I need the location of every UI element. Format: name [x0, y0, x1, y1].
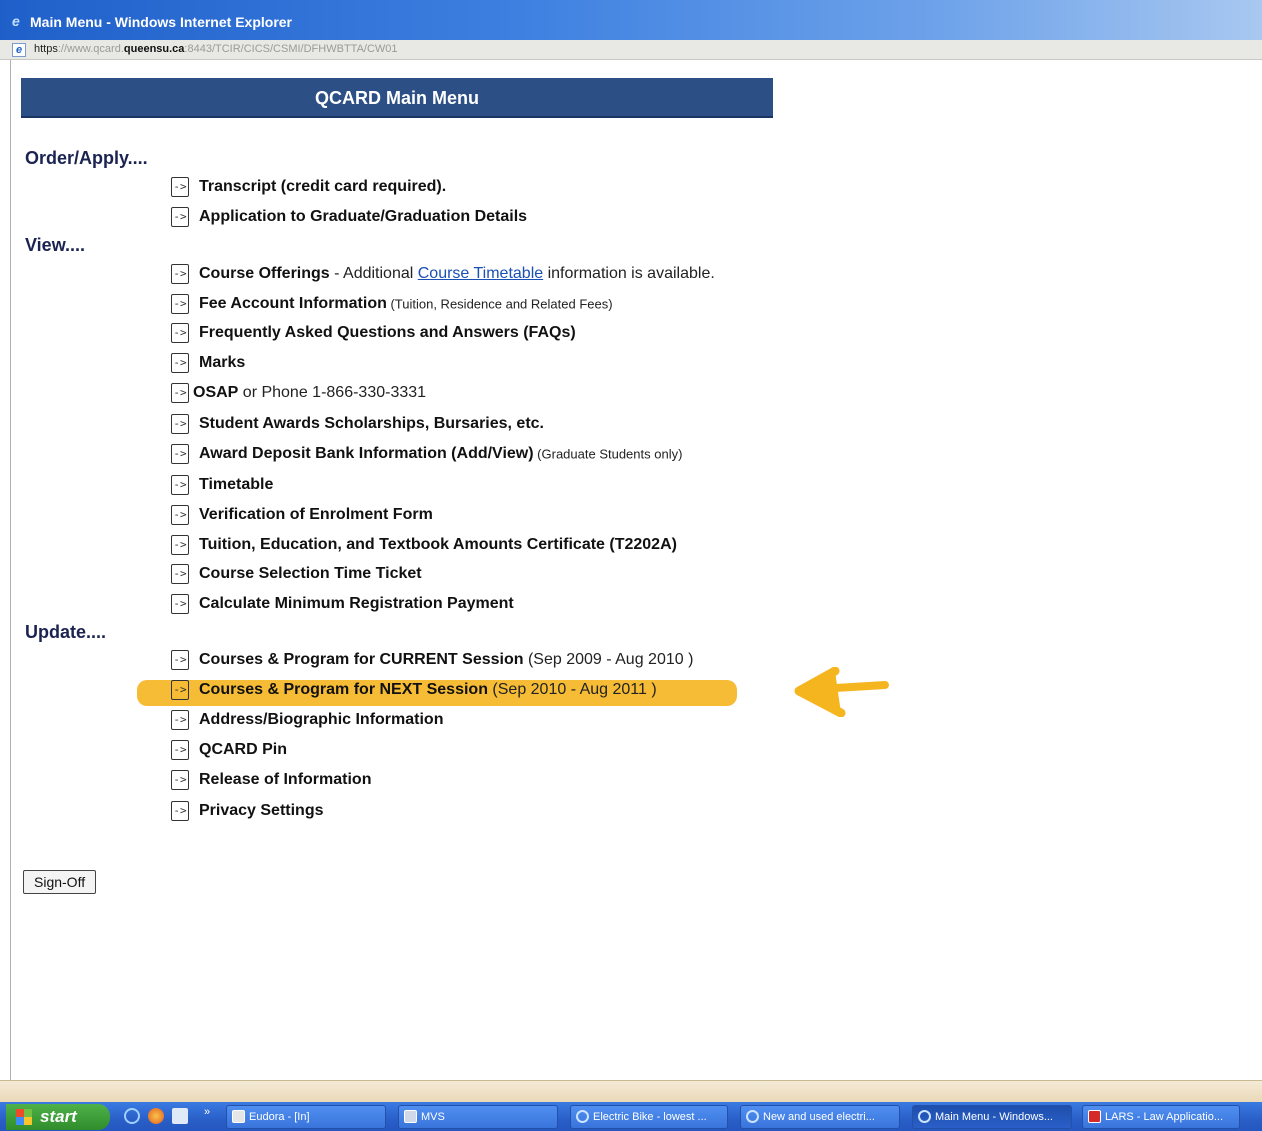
show-desktop-icon[interactable] [172, 1108, 188, 1124]
task-mvs[interactable]: MVS [398, 1105, 558, 1129]
arrow-icon: -> [171, 207, 189, 227]
arrow-icon: -> [171, 177, 189, 197]
arrow-icon: -> [171, 414, 189, 434]
url-host: queensu.ca [123, 43, 185, 55]
page-content: QCARD Main Menu Order/Apply.... -> Transc… [10, 60, 1262, 1080]
arrow-icon: -> [171, 383, 189, 403]
pdf-icon [1088, 1110, 1101, 1123]
page-icon: e [12, 43, 26, 57]
window-titlebar: e Main Menu - Windows Internet Explorer [0, 0, 1262, 40]
ie-icon [746, 1110, 759, 1123]
url-prefix: ://www.qcard. [57, 43, 124, 55]
page-title: QCARD Main Menu [21, 78, 773, 118]
menu-item-student-awards[interactable]: -> Student Awards Scholarships, Bursaries… [171, 414, 544, 436]
ie-icon [576, 1110, 589, 1123]
annotation-arrow-icon [794, 667, 889, 717]
arrow-icon: -> [171, 594, 189, 614]
task-eudora[interactable]: Eudora - [In] [226, 1105, 386, 1129]
task-lars[interactable]: LARS - Law Applicatio... [1082, 1105, 1240, 1129]
ie-icon [918, 1110, 931, 1123]
menu-item-min-registration-payment[interactable]: -> Calculate Minimum Registration Payment [171, 594, 514, 616]
menu-item-osap[interactable]: -> OSAP or Phone 1-866-330-3331 [171, 383, 426, 405]
arrow-icon: -> [171, 323, 189, 343]
windows-flag-icon [16, 1109, 32, 1125]
arrow-icon: -> [171, 650, 189, 670]
menu-item-marks[interactable]: -> Marks [171, 353, 245, 375]
section-update: Update.... [25, 622, 107, 642]
arrow-icon: -> [171, 475, 189, 495]
eudora-icon [232, 1110, 245, 1123]
status-bar [0, 1080, 1262, 1102]
arrow-icon: -> [171, 801, 189, 821]
menu-item-enrolment-verification[interactable]: -> Verification of Enrolment Form [171, 505, 433, 527]
start-label: start [40, 1107, 77, 1126]
menu-item-time-ticket[interactable]: -> Course Selection Time Ticket [171, 564, 422, 586]
course-timetable-link[interactable]: Course Timetable [418, 265, 543, 282]
arrow-icon: -> [171, 353, 189, 373]
menu-item-timetable[interactable]: -> Timetable [171, 475, 273, 497]
section-view: View.... [25, 235, 86, 255]
menu-item-transcript[interactable]: -> Transcript (credit card required). [171, 177, 446, 199]
taskbar: start » Eudora - [In] MVS Electric Bike … [0, 1102, 1262, 1131]
window-title: Main Menu - Windows Internet Explorer [30, 14, 293, 30]
arrow-icon: -> [171, 264, 189, 284]
menu-item-t2202a[interactable]: -> Tuition, Education, and Textbook Amoun… [171, 535, 677, 557]
menu-item-privacy-settings[interactable]: -> Privacy Settings [171, 801, 324, 823]
sign-off-button[interactable]: Sign-Off [23, 870, 97, 894]
menu-item-fee-account[interactable]: -> Fee Account Information (Tuition, Resi… [171, 294, 613, 316]
menu-item-release-of-information[interactable]: -> Release of Information [171, 770, 371, 792]
task-main-menu[interactable]: Main Menu - Windows... [912, 1105, 1072, 1129]
ie-quicklaunch-icon[interactable] [124, 1108, 140, 1124]
arrow-icon: -> [171, 444, 189, 464]
menu-item-next-session[interactable]: -> Courses & Program for NEXT Session (Se… [171, 680, 657, 702]
arrow-icon: -> [171, 710, 189, 730]
arrow-icon: -> [171, 740, 189, 760]
menu-item-address-biographic[interactable]: -> Address/Biographic Information [171, 710, 443, 732]
arrow-icon: -> [171, 535, 189, 555]
menu-item-course-offerings[interactable]: -> Course Offerings - Additional Course T… [171, 264, 715, 286]
firefox-quicklaunch-icon[interactable] [148, 1108, 164, 1124]
arrow-icon: -> [171, 680, 189, 700]
task-electric-bike[interactable]: Electric Bike - lowest ... [570, 1105, 728, 1129]
arrow-icon: -> [171, 294, 189, 314]
menu-item-award-deposit[interactable]: -> Award Deposit Bank Information (Add/Vi… [171, 444, 682, 466]
menu-item-graduation[interactable]: -> Application to Graduate/Graduation Det… [171, 207, 527, 229]
arrow-icon: -> [171, 770, 189, 790]
menu-item-qcard-pin[interactable]: -> QCARD Pin [171, 740, 287, 762]
section-order-apply: Order/Apply.... [25, 148, 148, 168]
address-bar[interactable]: e https://www.qcard.queensu.ca:8443/TCIR… [0, 40, 1262, 60]
menu-item-faqs[interactable]: -> Frequently Asked Questions and Answers… [171, 323, 576, 345]
arrow-icon: -> [171, 564, 189, 584]
ie-logo-icon: e [12, 13, 20, 29]
monitor-icon [404, 1110, 417, 1123]
task-new-and-used[interactable]: New and used electri... [740, 1105, 900, 1129]
url-scheme: https [34, 43, 58, 55]
quicklaunch-more-icon[interactable]: » [204, 1106, 210, 1118]
start-button[interactable]: start [6, 1104, 110, 1130]
arrow-icon: -> [171, 505, 189, 525]
menu-item-current-session[interactable]: -> Courses & Program for CURRENT Session … [171, 650, 693, 672]
url-text[interactable]: https://www.qcard.queensu.ca:8443/TCIR/C… [34, 43, 398, 55]
url-path: :8443/TCIR/CICS/CSMI/DFHWBTTA/CW01 [184, 43, 398, 55]
